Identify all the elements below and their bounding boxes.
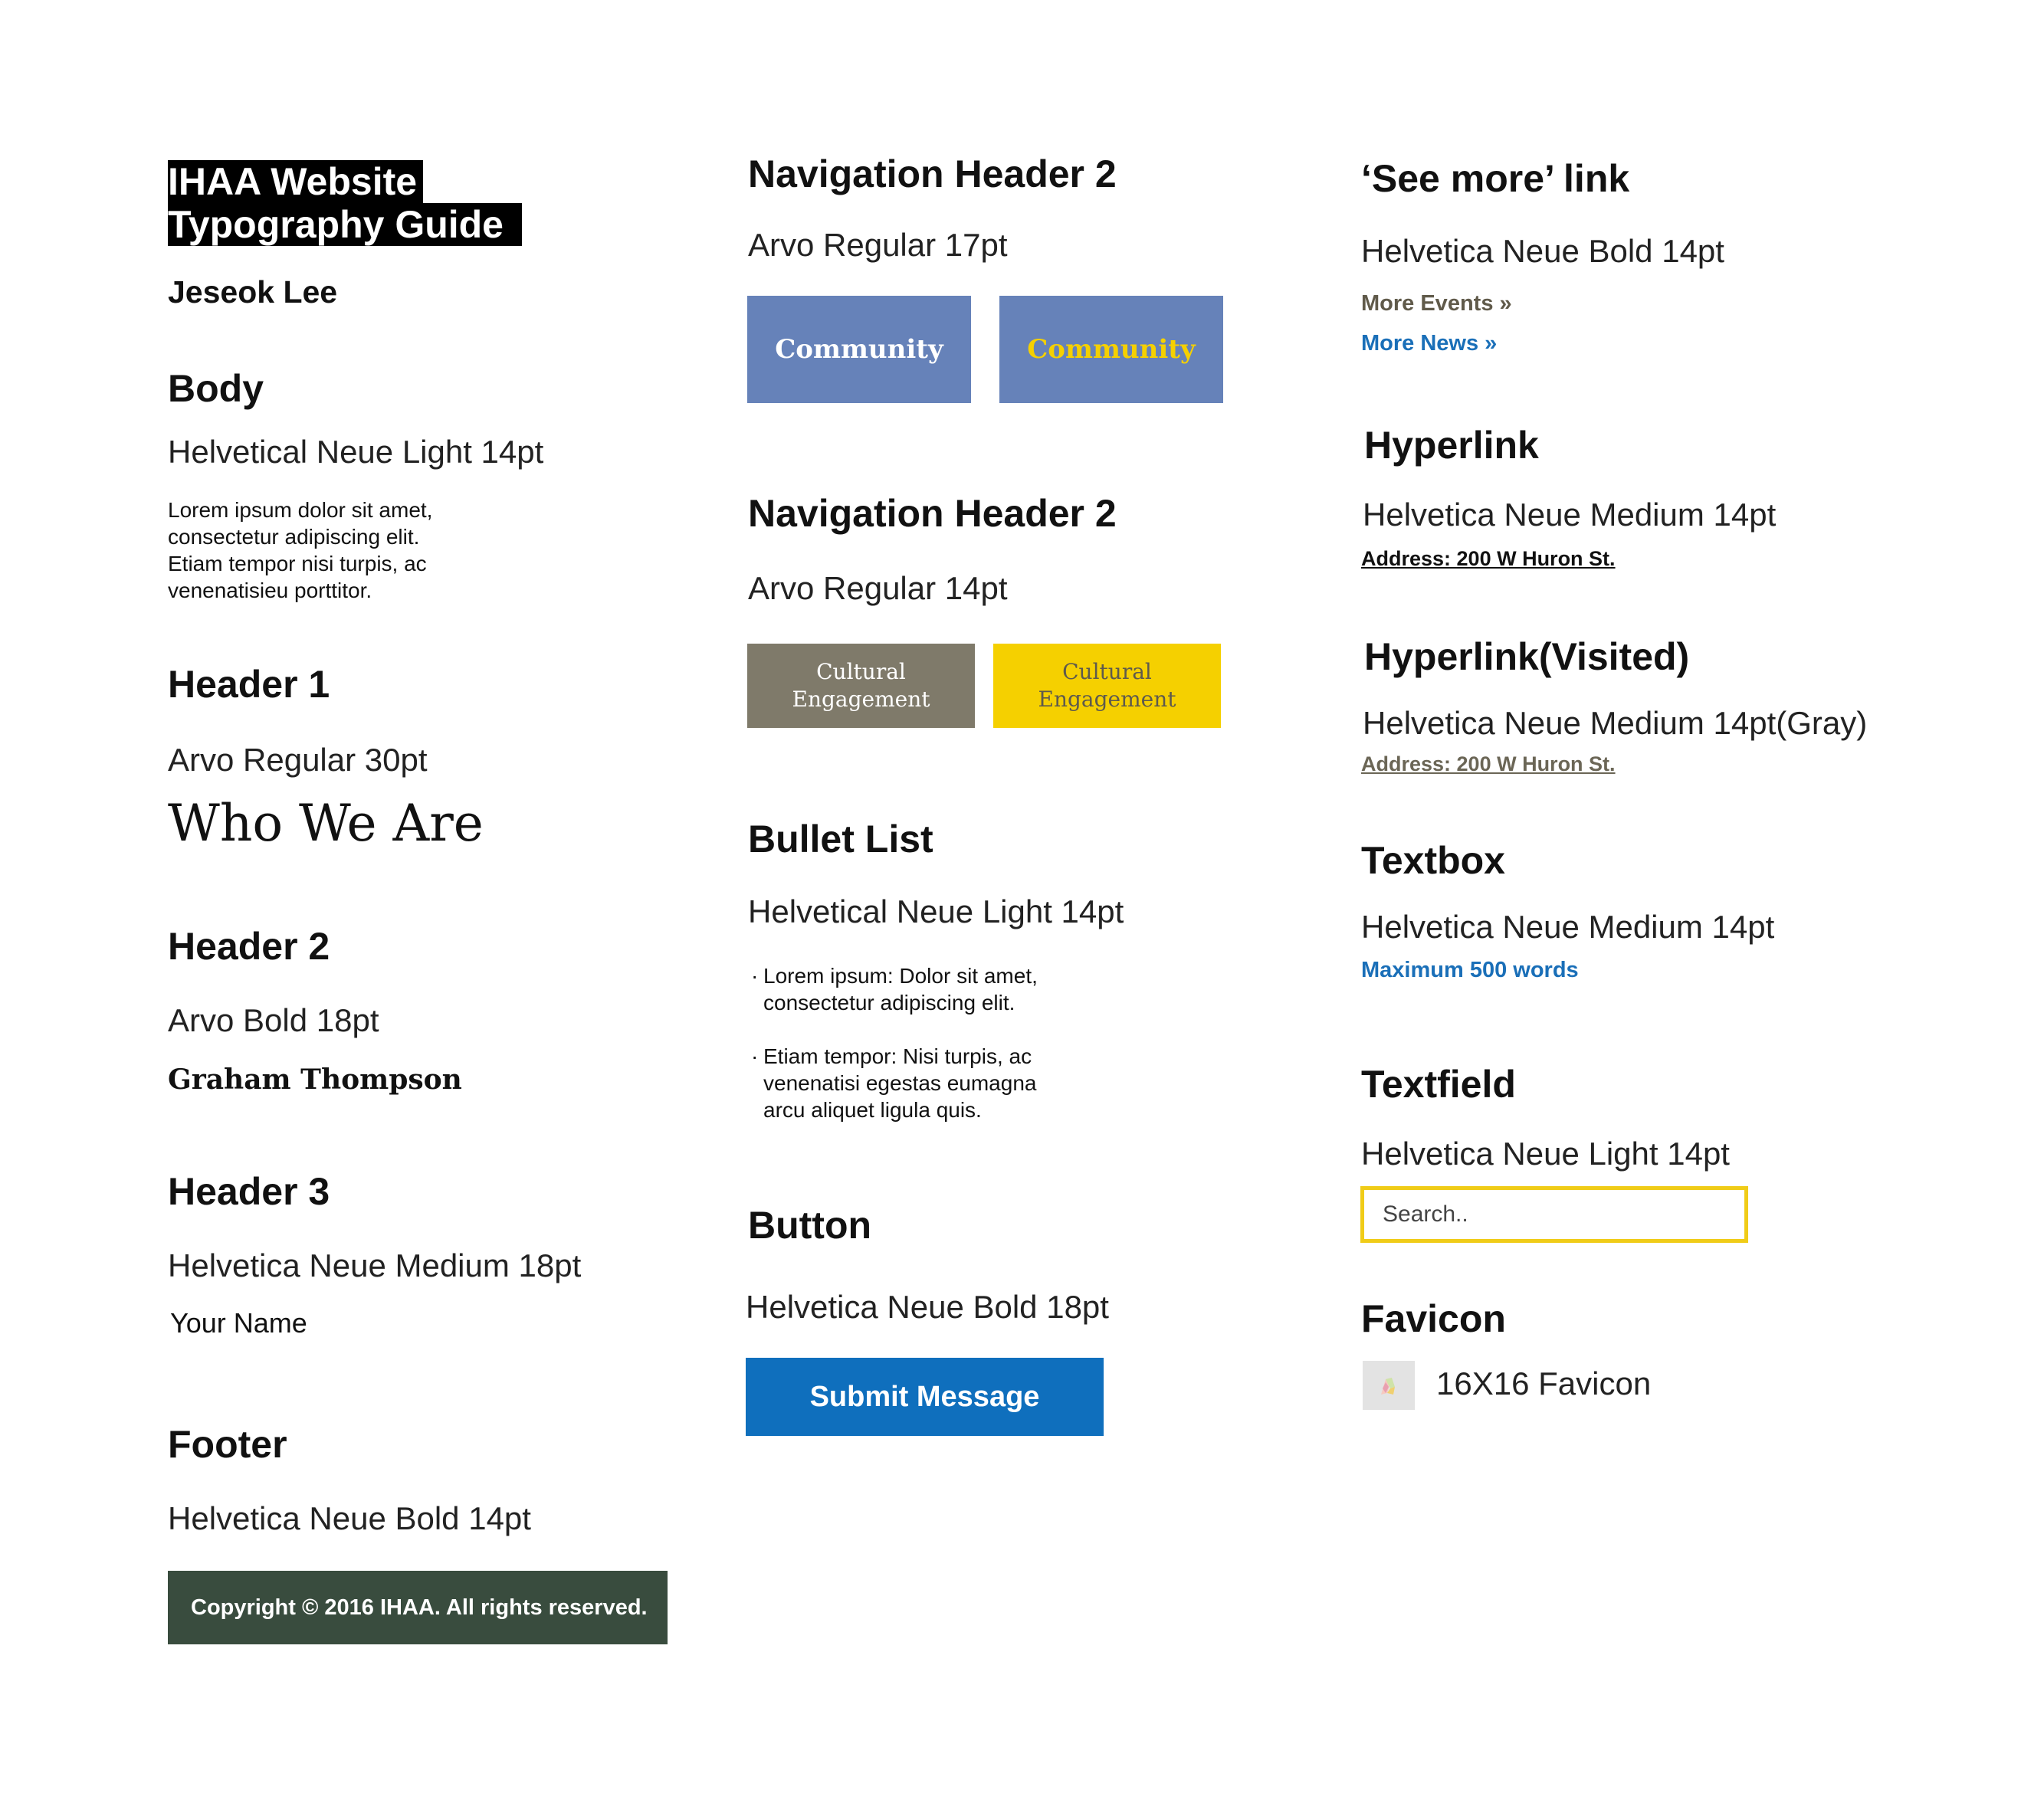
- address-visited-link[interactable]: Address: 200 W Huron St.: [1361, 752, 1616, 776]
- header2-spec: Arvo Bold 18pt: [168, 1002, 379, 1038]
- bullet-list-item: · Etiam tempor: Nisi turpis, ac venenati…: [751, 1043, 1073, 1123]
- submit-message-button[interactable]: Submit Message: [746, 1358, 1104, 1436]
- nav-community-label: Community: [775, 334, 943, 365]
- address-link[interactable]: Address: 200 W Huron St.: [1361, 547, 1616, 571]
- bullet-dot: ·: [751, 1044, 759, 1068]
- more-events-link[interactable]: More Events »: [1361, 291, 1512, 316]
- hyperlink-heading: Hyperlink: [1364, 424, 1539, 467]
- header1-sample: Who We Are: [168, 794, 484, 853]
- more-news-link[interactable]: More News »: [1361, 331, 1497, 356]
- favicon-heading: Favicon: [1361, 1297, 1506, 1340]
- nav-header-b-heading: Navigation Header 2: [748, 492, 1117, 535]
- bullet-item-text: Etiam tempor: Nisi turpis, ac venenatisi…: [763, 1044, 1037, 1122]
- button-heading: Button: [748, 1204, 872, 1247]
- bullet-item-text: Lorem ipsum: Dolor sit amet, consectetur…: [763, 964, 1038, 1015]
- bullet-list-heading: Bullet List: [748, 818, 933, 860]
- bullet-dot: ·: [751, 964, 759, 988]
- nav-header-a-spec: Arvo Regular 17pt: [748, 227, 1008, 263]
- header3-sample: Your Name: [170, 1307, 307, 1339]
- nav-community-active-label: Community: [1027, 334, 1196, 365]
- guide-title: IHAA Website Typography Guide: [168, 160, 522, 246]
- search-input[interactable]: [1381, 1201, 1744, 1228]
- header3-heading: Header 3: [168, 1170, 330, 1213]
- guide-title-line-2: Typography Guide: [168, 203, 522, 246]
- nav-community-button[interactable]: Community: [747, 296, 971, 403]
- footer-copyright-text: Copyright © 2016 IHAA. All rights reserv…: [191, 1595, 648, 1620]
- button-spec: Helvetica Neue Bold 18pt: [746, 1289, 1109, 1325]
- header2-sample: Graham Thompson: [168, 1064, 462, 1096]
- textbox-limit-note: Maximum 500 words: [1361, 958, 1579, 982]
- bullet-list-item: · Lorem ipsum: Dolor sit amet, consectet…: [751, 962, 1073, 1016]
- favicon-label: 16X16 Favicon: [1436, 1365, 1652, 1401]
- textfield-heading: Textfield: [1361, 1063, 1516, 1106]
- body-sample-text: Lorem ipsum dolor sit amet, consectetur …: [168, 498, 433, 602]
- textfield-spec: Helvetica Neue Light 14pt: [1361, 1136, 1730, 1172]
- hyperlink-spec: Helvetica Neue Medium 14pt: [1363, 497, 1777, 533]
- footer-heading: Footer: [168, 1423, 287, 1466]
- body-heading: Body: [168, 367, 264, 410]
- see-more-spec: Helvetica Neue Bold 14pt: [1361, 233, 1724, 269]
- nav-cultural-button[interactable]: Cultural Engagement: [747, 644, 975, 728]
- hyperlink-visited-spec: Helvetica Neue Medium 14pt(Gray): [1363, 705, 1868, 741]
- nav-cultural-active-label: Cultural Engagement: [1038, 659, 1176, 712]
- nav-header-b-spec: Arvo Regular 14pt: [748, 570, 1008, 606]
- bullet-list: · Lorem ipsum: Dolor sit amet, consectet…: [751, 962, 1073, 1123]
- nav-community-active-button[interactable]: Community: [999, 296, 1223, 403]
- favicon-swatch: [1363, 1361, 1415, 1410]
- submit-message-label: Submit Message: [809, 1380, 1040, 1413]
- hyperlink-visited-heading: Hyperlink(Visited): [1364, 635, 1690, 678]
- search-field: [1360, 1186, 1748, 1243]
- see-more-heading: ‘See more’ link: [1361, 157, 1630, 200]
- nav-header-a-heading: Navigation Header 2: [748, 152, 1117, 195]
- footer-spec: Helvetica Neue Bold 14pt: [168, 1500, 531, 1536]
- header3-spec: Helvetica Neue Medium 18pt: [168, 1247, 582, 1283]
- guide-title-line-1: IHAA Website: [168, 160, 424, 203]
- nav-cultural-label: Cultural Engagement: [792, 659, 930, 712]
- textbox-spec: Helvetica Neue Medium 14pt: [1361, 909, 1775, 945]
- nav-cultural-active-button[interactable]: Cultural Engagement: [993, 644, 1221, 728]
- body-spec: Helvetical Neue Light 14pt: [168, 434, 544, 470]
- textbox-heading: Textbox: [1361, 839, 1505, 882]
- header2-heading: Header 2: [168, 925, 330, 968]
- bullet-list-spec: Helvetical Neue Light 14pt: [748, 893, 1124, 929]
- header1-heading: Header 1: [168, 663, 330, 706]
- favicon-icon: [1381, 1378, 1395, 1395]
- header1-spec: Arvo Regular 30pt: [168, 742, 428, 778]
- footer-bar: Copyright © 2016 IHAA. All rights reserv…: [168, 1571, 668, 1644]
- author-name: Jeseok Lee: [168, 274, 338, 310]
